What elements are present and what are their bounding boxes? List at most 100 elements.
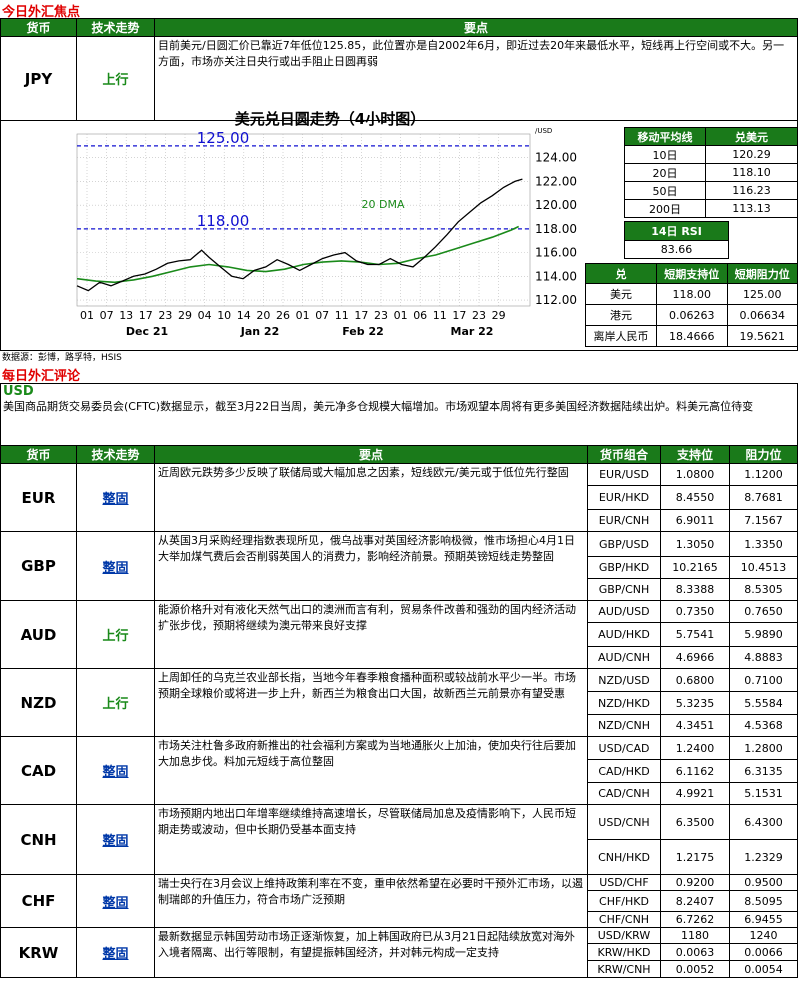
review-section-title: 每日外汇评论 bbox=[2, 369, 81, 384]
review-points: 能源价格升对有液化天然气出口的澳洲而言有利，贸易条件改善和强劲的国内经济活动扩张… bbox=[154, 600, 588, 669]
x-tick-label: 07 bbox=[100, 309, 114, 322]
review-support: 0.9200 bbox=[660, 874, 730, 891]
review-resistance: 4.5368 bbox=[729, 714, 798, 737]
x-tick-label: 14 bbox=[237, 309, 251, 322]
review-pair: EUR/USD bbox=[587, 463, 661, 486]
sr-currency: 离岸人民币 bbox=[585, 325, 657, 347]
review-pair: KRW/CNH bbox=[587, 960, 661, 978]
review-resistance: 1.1200 bbox=[729, 463, 798, 486]
review-row: KRW 整固 最新数据显示韩国劳动市场正逐渐恢复，加上韩国政府已从3月21日起陆续放… bbox=[0, 927, 798, 978]
x-tick-label: 23 bbox=[158, 309, 172, 322]
x-tick-label: 01 bbox=[80, 309, 94, 322]
x-tick-label: 17 bbox=[354, 309, 368, 322]
review-trend: 整固 bbox=[76, 927, 155, 978]
x-tick-label: 17 bbox=[452, 309, 466, 322]
review-pair: CHF/CNH bbox=[587, 911, 661, 928]
review-points: 从英国3月采购经理指数表现所见，俄乌战事对英国经济影响极微，惟市场担心4月1日大… bbox=[154, 531, 588, 601]
review-support: 0.0063 bbox=[660, 943, 730, 961]
y-tick-label: 112.00 bbox=[535, 293, 577, 307]
review-support: 1.0800 bbox=[660, 463, 730, 486]
review-trend: 整固 bbox=[76, 804, 155, 875]
level-label: 118.00 bbox=[197, 212, 250, 230]
review-points: 近周欧元跌势多少反映了联储局或大幅加息之因素，短线欧元/美元或于低位先行整固 bbox=[154, 463, 588, 532]
review-row: EUR 整固 近周欧元跌势多少反映了联储局或大幅加息之因素，短线欧元/美元或于低位先… bbox=[0, 463, 798, 532]
sr-header-resistance: 短期阻力位 bbox=[726, 263, 798, 284]
focus-header-points: 要点 bbox=[154, 18, 798, 37]
review-pair: GBP/HKD bbox=[587, 556, 661, 579]
review-header-pair: 货币组合 bbox=[587, 445, 661, 464]
x-tick-label: 04 bbox=[198, 309, 212, 322]
review-row: CAD 整固 市场关注杜鲁多政府新推出的社会福利方案或为当地通胀火上加油，使加央行往… bbox=[0, 736, 798, 805]
review-support: 1.3050 bbox=[660, 531, 730, 557]
sr-row: 美元 118.00 125.00 bbox=[585, 283, 798, 305]
review-points: 市场预期内地出口年增率继续维持高速增长，尽管联储局加息及疫情影响下，人民币短期走… bbox=[154, 804, 588, 875]
x-tick-label: 17 bbox=[139, 309, 153, 322]
y-tick-label: 118.00 bbox=[535, 222, 577, 236]
review-row: NZD 上行 上周卸任的乌克兰农业部长指，当地今年春季粮食播种面积或较战前水平少一半… bbox=[0, 668, 798, 737]
review-header-support: 支持位 bbox=[660, 445, 730, 464]
x-tick-label: 29 bbox=[492, 309, 506, 322]
review-support: 4.6966 bbox=[660, 646, 730, 669]
sr-currency: 美元 bbox=[585, 283, 657, 305]
review-resistance: 5.1531 bbox=[729, 782, 798, 805]
review-pair: GBP/USD bbox=[587, 531, 661, 557]
review-currency: EUR bbox=[0, 463, 77, 532]
review-currency: AUD bbox=[0, 600, 77, 669]
sr-table: 兑 短期支持位 短期阻力位 美元 118.00 125.00 港元 0.06263 0.… bbox=[585, 263, 798, 347]
y-tick-label: 116.00 bbox=[535, 246, 577, 260]
sr-support: 18.4666 bbox=[656, 325, 728, 347]
x-tick-label: 29 bbox=[178, 309, 192, 322]
review-pair: CHF/HKD bbox=[587, 890, 661, 912]
dma-annotation: 20 DMA bbox=[362, 198, 405, 211]
review-pair: USD/CAD bbox=[587, 736, 661, 760]
review-row: AUD 上行 能源价格升对有液化天然气出口的澳洲而言有利，贸易条件改善和强劲的国内经… bbox=[0, 600, 798, 669]
x-tick-label: 11 bbox=[335, 309, 349, 322]
review-pair: GBP/CNH bbox=[587, 578, 661, 601]
review-currency: KRW bbox=[0, 927, 77, 978]
review-support: 0.6800 bbox=[660, 668, 730, 692]
review-trend: 整固 bbox=[76, 463, 155, 532]
y-tick-label: 114.00 bbox=[535, 269, 577, 283]
x-tick-label: 01 bbox=[296, 309, 310, 322]
ma-row: 200日 113.13 bbox=[624, 199, 798, 218]
review-pair: USD/KRW bbox=[587, 927, 661, 944]
sr-resistance: 0.06634 bbox=[726, 304, 798, 326]
usd-label: USD bbox=[3, 384, 34, 399]
focus-header-currency: 货币 bbox=[0, 18, 77, 37]
sr-currency: 港元 bbox=[585, 304, 657, 326]
ma-value: 116.23 bbox=[705, 181, 798, 200]
review-resistance: 8.5305 bbox=[729, 578, 798, 601]
x-tick-label: 26 bbox=[276, 309, 290, 322]
sr-support: 0.06263 bbox=[656, 304, 728, 326]
usd-text: 美国商品期货交易委员会(CFTC)数据显示，截至3月22日当周，美元净多仓规模大… bbox=[3, 400, 754, 413]
x-tick-label: 11 bbox=[433, 309, 447, 322]
review-support: 1.2400 bbox=[660, 736, 730, 760]
x-tick-label: 13 bbox=[119, 309, 133, 322]
review-pair: USD/CHF bbox=[587, 874, 661, 891]
y-unit-label: /USD bbox=[535, 127, 552, 135]
review-header-resistance: 阻力位 bbox=[729, 445, 798, 464]
sr-row: 港元 0.06263 0.06634 bbox=[585, 304, 798, 326]
month-label: Dec 21 bbox=[126, 325, 168, 338]
review-trend: 上行 bbox=[76, 600, 155, 669]
sr-resistance: 19.5621 bbox=[726, 325, 798, 347]
y-tick-label: 122.00 bbox=[535, 174, 577, 188]
sr-header-support: 短期支持位 bbox=[656, 263, 728, 284]
ma-value: 113.13 bbox=[705, 199, 798, 218]
review-resistance: 0.7100 bbox=[729, 668, 798, 692]
review-trend: 整固 bbox=[76, 531, 155, 601]
ma-period: 50日 bbox=[624, 181, 706, 200]
x-tick-label: 01 bbox=[394, 309, 408, 322]
review-trend: 整固 bbox=[76, 874, 155, 928]
review-header-currency: 货币 bbox=[0, 445, 77, 464]
review-pair: CNH/HKD bbox=[587, 839, 661, 875]
review-header-trend: 技术走势 bbox=[76, 445, 155, 464]
review-currency: CNH bbox=[0, 804, 77, 875]
review-resistance: 1.2800 bbox=[729, 736, 798, 760]
rsi-value: 83.66 bbox=[624, 240, 729, 259]
review-support: 6.1162 bbox=[660, 759, 730, 783]
review-header-points: 要点 bbox=[154, 445, 588, 464]
review-support: 4.3451 bbox=[660, 714, 730, 737]
review-pair: USD/CNH bbox=[587, 804, 661, 840]
review-resistance: 0.0066 bbox=[729, 943, 798, 961]
